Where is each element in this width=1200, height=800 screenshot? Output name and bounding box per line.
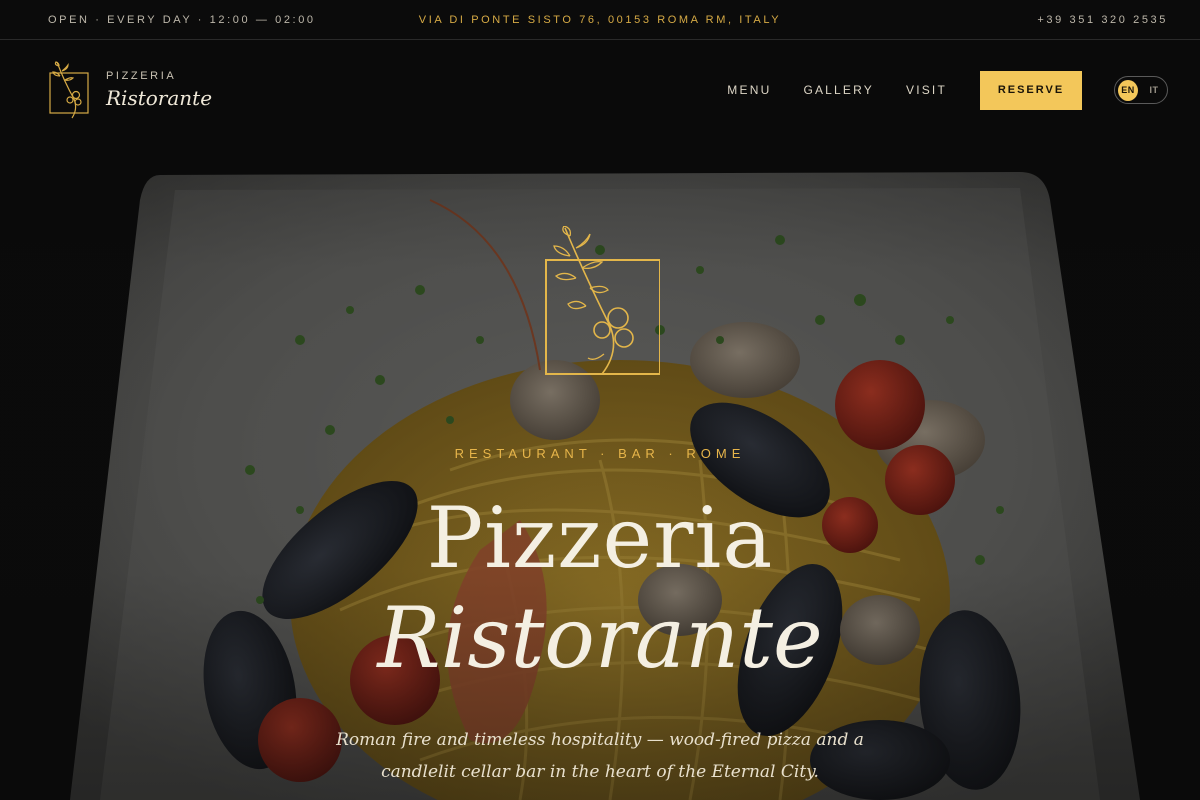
top-info-bar: OPEN · EVERY DAY · 12:00 — 02:00 VIA DI …	[0, 0, 1200, 40]
olive-branch-frame-icon	[48, 61, 92, 119]
hero-title-line2: Ristorante	[377, 589, 823, 687]
lang-option-it[interactable]: IT	[1144, 80, 1164, 101]
olive-branch-frame-icon	[540, 225, 661, 381]
hero-title: Pizzeria Ristorante	[0, 488, 1200, 688]
hero-kicker: RESTAURANT · BAR · ROME	[454, 446, 746, 461]
nav-item-menu[interactable]: MENU	[727, 83, 771, 97]
site-header: PIZZERIA Ristorante MENU GALLERY VISIT R…	[0, 40, 1200, 140]
lang-option-en[interactable]: EN	[1118, 79, 1138, 101]
hero-tagline: Roman fire and timeless hospitality — wo…	[336, 730, 864, 782]
brand-name: Ristorante	[106, 86, 213, 110]
hero-content: RESTAURANT · BAR · ROME Pizzeria Ristora…	[0, 40, 1200, 800]
brand-logo[interactable]: PIZZERIA Ristorante	[48, 61, 212, 119]
hero-section: RESTAURANT · BAR · ROME Pizzeria Ristora…	[0, 40, 1200, 800]
brand-eyebrow: PIZZERIA	[106, 70, 177, 82]
nav-item-visit[interactable]: VISIT	[906, 83, 947, 97]
language-toggle[interactable]: EN IT	[1114, 76, 1168, 104]
nav-item-gallery[interactable]: GALLERY	[803, 83, 874, 97]
hero-title-line1: Pizzeria	[426, 489, 774, 587]
phone-link[interactable]: +39 351 320 2535	[1037, 14, 1168, 26]
brand-text: PIZZERIA Ristorante	[106, 70, 212, 110]
address-link[interactable]: VIA DI PONTE SISTO 76, 00153 ROMA RM, IT…	[0, 14, 1200, 26]
reserve-button[interactable]: RESERVE	[980, 70, 1082, 110]
main-nav: MENU GALLERY VISIT RESERVE EN IT	[727, 70, 1168, 110]
